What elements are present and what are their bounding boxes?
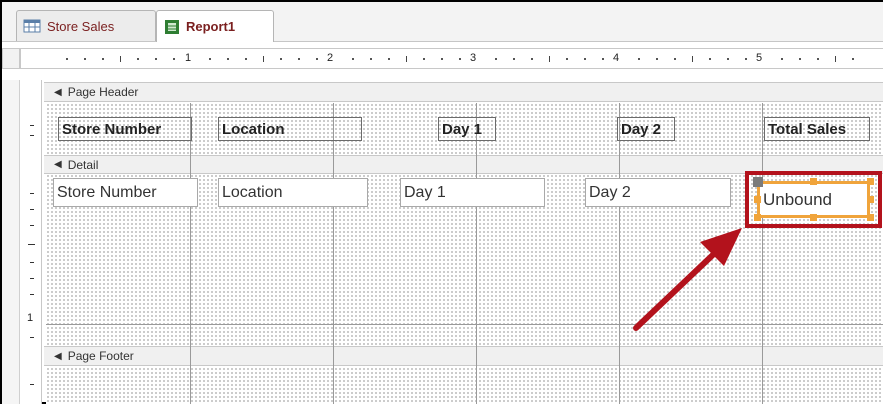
ruler-tick [30, 125, 34, 126]
ruler-tick [531, 58, 533, 60]
ruler-number: 1 [184, 52, 192, 64]
ruler-tick [638, 58, 640, 60]
tab-label: Store Sales [47, 18, 115, 34]
grid-line [190, 103, 191, 404]
tab-store-sales[interactable]: Store Sales [16, 10, 156, 41]
ruler-tick [602, 58, 604, 60]
report-icon [165, 19, 179, 34]
ruler-tick [709, 58, 711, 60]
ruler-tick [370, 58, 372, 60]
ruler-tick [137, 58, 139, 60]
report-selector[interactable] [2, 48, 20, 69]
ruler-tick [835, 56, 836, 62]
ruler-tick [513, 58, 515, 60]
ruler-tick [441, 58, 443, 60]
ruler-tick [745, 58, 747, 60]
page-footer-grid[interactable] [46, 367, 883, 404]
header-label-day-1[interactable]: Day 1 [438, 117, 496, 141]
detail-field-location[interactable]: Location [218, 178, 368, 207]
section-title: Page Footer [67, 349, 134, 363]
ruler-number: 2 [326, 52, 334, 64]
section-arrow-icon: ◀ [54, 86, 62, 98]
ruler-tick [30, 278, 34, 279]
ruler-tick [209, 58, 211, 60]
ruler-tick [280, 58, 282, 60]
detail-field-store-number[interactable]: Store Number [53, 178, 198, 207]
ruler-tick [352, 58, 354, 60]
ruler-tick [495, 58, 497, 60]
ruler-tick [406, 56, 407, 62]
ruler-tick [120, 56, 121, 62]
header-label-store-number[interactable]: Store Number [58, 117, 192, 141]
annotation-arrow-icon [633, 228, 742, 331]
ruler-tick [727, 58, 729, 60]
tab-report1[interactable]: Report1 [156, 10, 274, 42]
ruler-tick [30, 225, 34, 226]
ruler-tick [102, 58, 104, 60]
ruler-tick [298, 58, 300, 60]
ruler-tick [566, 58, 568, 60]
ruler-number: 5 [755, 52, 763, 64]
ruler-number: 4 [612, 52, 620, 64]
ruler-tick [263, 56, 264, 62]
ruler-tick [30, 384, 34, 385]
ruler-tick [30, 337, 34, 338]
ruler-tick [30, 193, 34, 194]
section-title: Detail [67, 157, 99, 172]
ruler-tick [656, 58, 658, 60]
section-title: Page Header [67, 85, 139, 99]
ruler-tick [30, 262, 34, 263]
grid-line [476, 103, 477, 404]
ruler-tick [316, 58, 318, 60]
page-footer-section-bar[interactable]: ◀ Page Footer [44, 346, 883, 366]
header-label-day-2[interactable]: Day 2 [617, 117, 675, 141]
ruler-tick [799, 58, 801, 60]
ruler-tick [155, 58, 157, 60]
table-icon [23, 19, 41, 33]
section-selector-strip[interactable] [2, 80, 20, 404]
ruler-tick [423, 58, 425, 60]
ruler-tick [674, 58, 676, 60]
ruler-tick [459, 58, 461, 60]
ruler-tick [30, 294, 34, 295]
highlight-box [745, 171, 882, 228]
ruler-tick [692, 56, 693, 62]
ruler-tick [30, 209, 34, 210]
ruler-tick [549, 56, 550, 62]
tab-label: Report1 [186, 19, 236, 34]
section-arrow-icon: ◀ [54, 159, 62, 170]
ruler-tick [30, 135, 34, 136]
ruler-tick [388, 58, 390, 60]
ruler-tick [245, 58, 247, 60]
section-arrow-icon: ◀ [54, 350, 62, 362]
ruler-tick [84, 58, 86, 60]
ruler-number: 1 [27, 312, 34, 324]
detail-field-day-1[interactable]: Day 1 [400, 178, 545, 207]
ruler-tick [28, 244, 35, 245]
ruler-tick [173, 58, 175, 60]
ruler-tick [227, 58, 229, 60]
header-label-location[interactable]: Location [218, 117, 362, 141]
header-label-total-sales[interactable]: Total Sales [764, 117, 870, 141]
ruler-number: 3 [469, 52, 477, 64]
grid-line [762, 103, 763, 404]
ruler-tick [817, 58, 819, 60]
page-header-section-bar[interactable]: ◀ Page Header [44, 82, 883, 102]
ruler-tick [852, 58, 854, 60]
vertical-ruler [20, 80, 42, 404]
ruler-tick [781, 58, 783, 60]
detail-field-day-2[interactable]: Day 2 [585, 178, 731, 207]
ruler-tick [66, 58, 68, 60]
ruler-tick [584, 58, 586, 60]
grid-line [333, 103, 334, 404]
